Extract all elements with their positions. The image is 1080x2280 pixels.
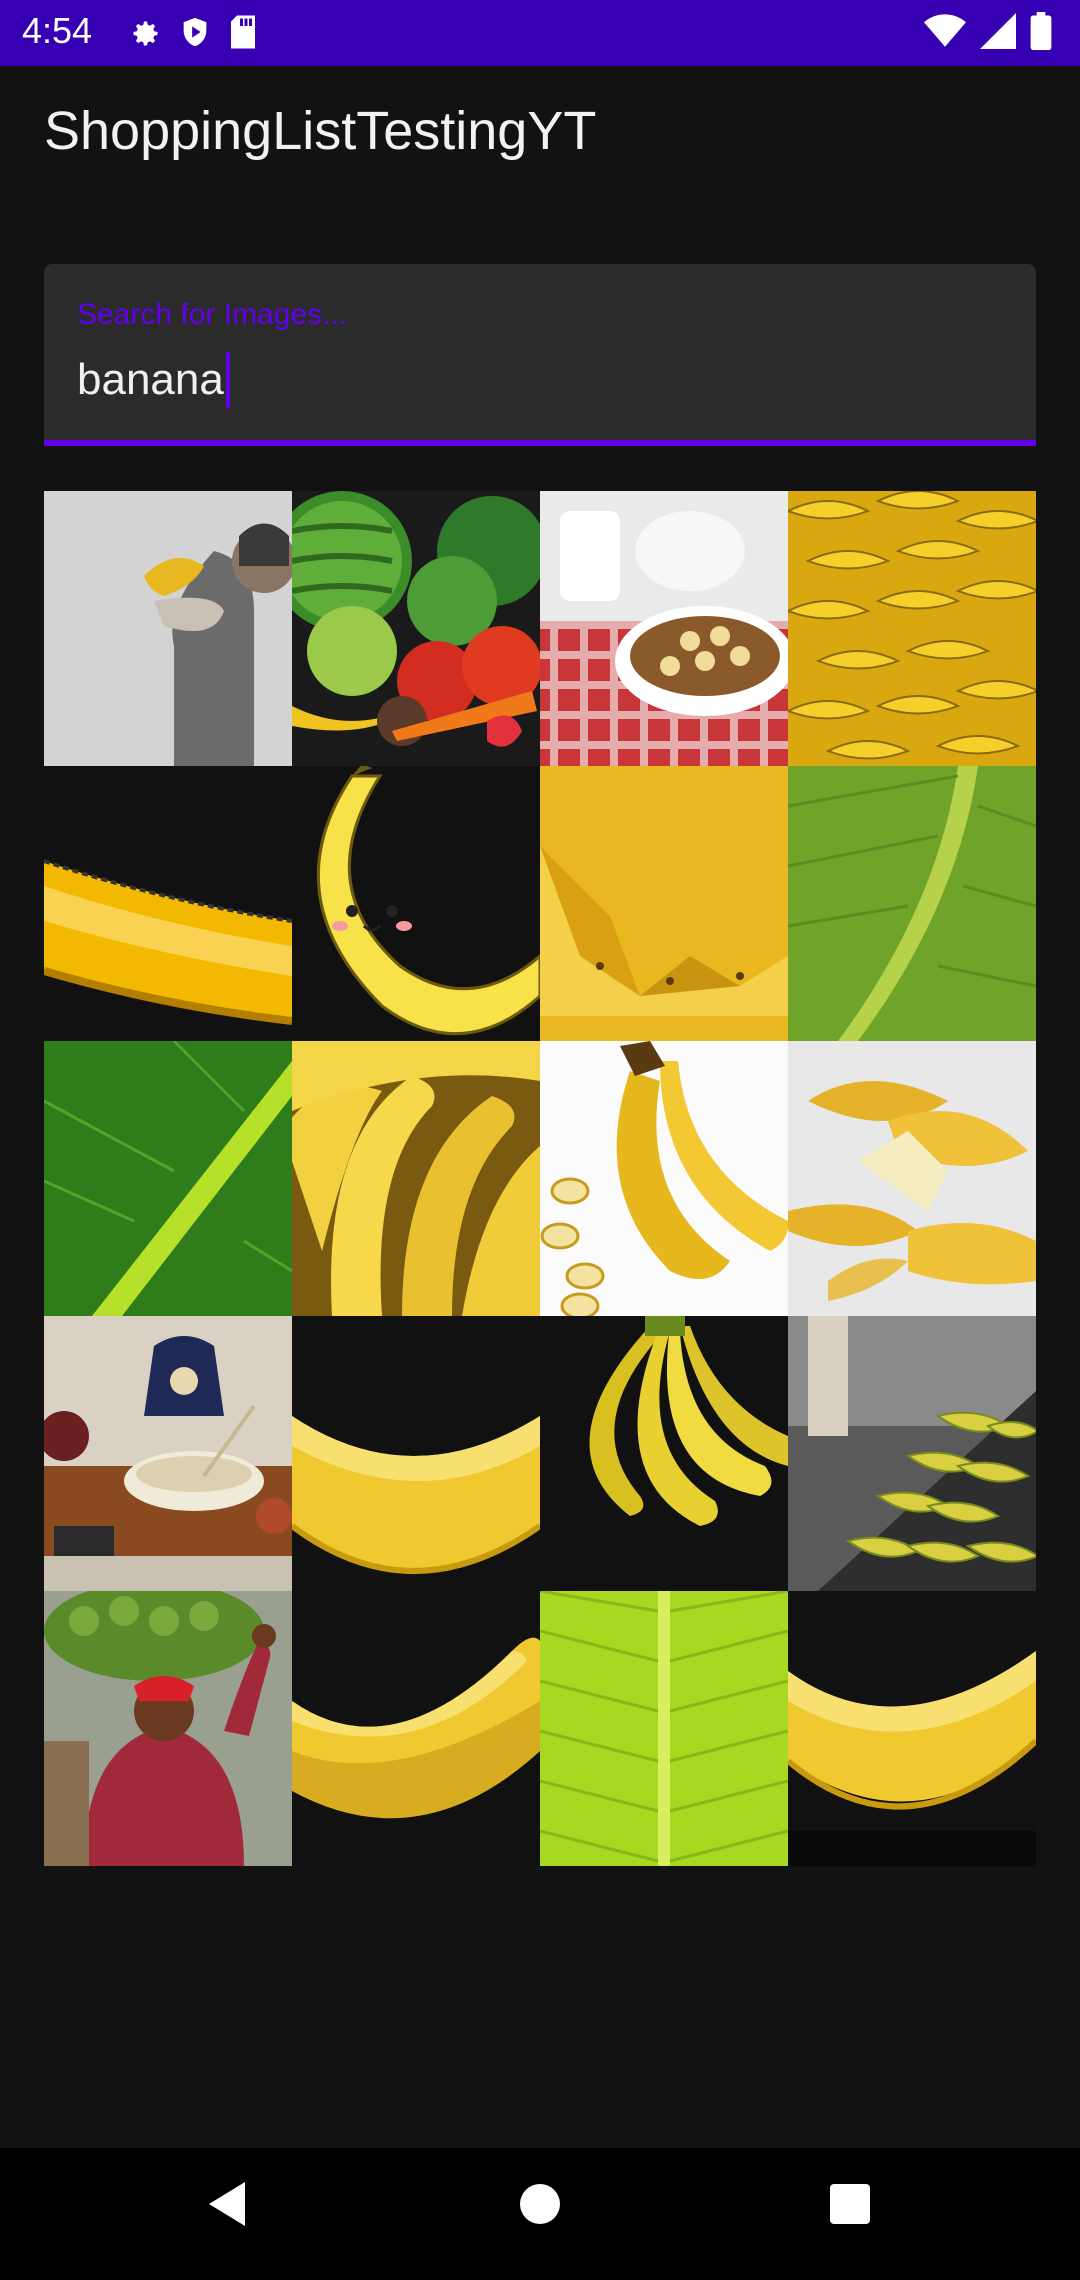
wifi-icon bbox=[924, 13, 966, 49]
image-9 bbox=[292, 1041, 540, 1316]
image-tile[interactable] bbox=[540, 491, 788, 766]
navigation-bar bbox=[0, 2148, 1080, 2280]
image-tile[interactable] bbox=[292, 1041, 540, 1316]
image-tile[interactable] bbox=[44, 766, 292, 1041]
image-tile[interactable] bbox=[788, 1316, 1036, 1591]
image-tile[interactable] bbox=[292, 1316, 540, 1591]
image-15 bbox=[788, 1316, 1036, 1591]
status-icons-right bbox=[924, 12, 1052, 50]
image-grid bbox=[44, 491, 1036, 1866]
signal-icon bbox=[980, 13, 1016, 49]
image-tile[interactable] bbox=[540, 1041, 788, 1316]
image-tile[interactable] bbox=[540, 766, 788, 1041]
image-tile[interactable] bbox=[44, 491, 292, 766]
image-3 bbox=[788, 491, 1036, 766]
image-18 bbox=[540, 1591, 788, 1866]
image-tile[interactable] bbox=[540, 1591, 788, 1866]
image-5 bbox=[292, 766, 540, 1041]
image-tile[interactable] bbox=[292, 766, 540, 1041]
battery-icon bbox=[1030, 12, 1052, 50]
image-1 bbox=[292, 491, 540, 766]
image-tile[interactable] bbox=[788, 766, 1036, 1041]
image-tile[interactable] bbox=[292, 491, 540, 766]
image-2 bbox=[540, 491, 788, 766]
home-icon[interactable] bbox=[518, 2178, 562, 2234]
image-4 bbox=[44, 766, 292, 1041]
image-16 bbox=[44, 1591, 292, 1866]
image-6 bbox=[540, 766, 788, 1041]
recents-icon[interactable] bbox=[828, 2178, 872, 2234]
image-19 bbox=[788, 1591, 1036, 1866]
image-tile[interactable] bbox=[540, 1316, 788, 1591]
status-time: 4:54 bbox=[22, 10, 93, 51]
search-field[interactable]: Search for Images... banana bbox=[44, 264, 1036, 446]
settings-icon bbox=[126, 14, 162, 50]
back-icon[interactable] bbox=[205, 2178, 249, 2234]
status-bar: 4:54 bbox=[0, 0, 1080, 66]
image-14 bbox=[540, 1316, 788, 1591]
search-input[interactable]: banana bbox=[77, 352, 230, 408]
image-7 bbox=[788, 766, 1036, 1041]
image-8 bbox=[44, 1041, 292, 1316]
image-tile[interactable] bbox=[788, 1041, 1036, 1316]
image-12 bbox=[44, 1316, 292, 1591]
image-tile[interactable] bbox=[788, 1591, 1036, 1866]
image-tile[interactable] bbox=[44, 1591, 292, 1866]
text-cursor bbox=[225, 352, 230, 408]
sd-card-icon bbox=[228, 14, 258, 50]
search-input-value: banana bbox=[77, 355, 224, 404]
image-13 bbox=[292, 1316, 540, 1591]
image-17 bbox=[292, 1591, 540, 1866]
image-tile[interactable] bbox=[292, 1591, 540, 1866]
status-icons-left bbox=[126, 14, 258, 50]
image-tile[interactable] bbox=[788, 491, 1036, 766]
image-11 bbox=[788, 1041, 1036, 1316]
image-tile[interactable] bbox=[44, 1316, 292, 1591]
image-tile[interactable] bbox=[44, 1041, 292, 1316]
shield-play-icon bbox=[178, 14, 212, 50]
image-10 bbox=[540, 1041, 788, 1316]
search-label: Search for Images... bbox=[77, 298, 348, 331]
image-0 bbox=[44, 491, 292, 766]
app-title: ShoppingListTestingYT bbox=[44, 101, 597, 161]
